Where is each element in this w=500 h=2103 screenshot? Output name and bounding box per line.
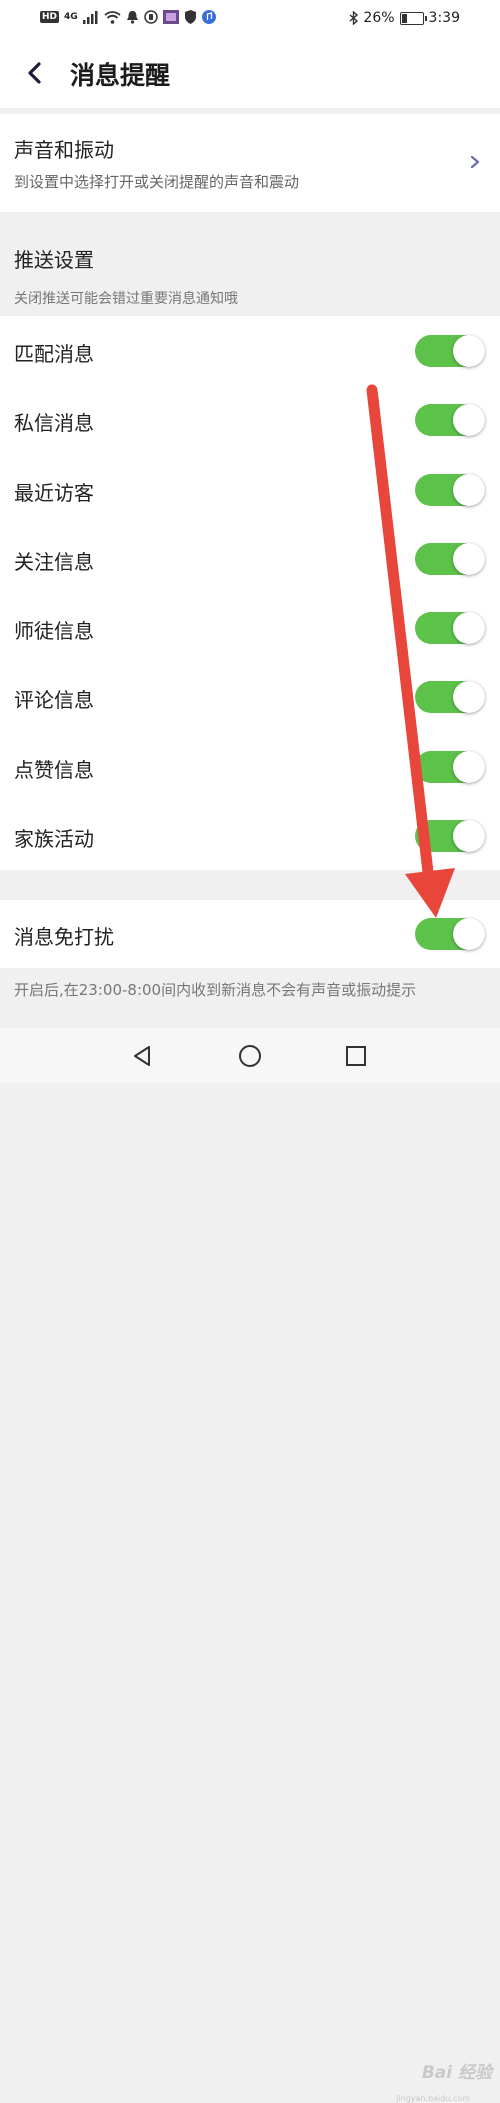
toggle-row-like: 点赞信息	[0, 732, 500, 801]
toggle-label: 关注信息	[14, 549, 94, 574]
app-thumbnail-icon	[162, 10, 179, 24]
sound-vibration-title: 声音和振动	[14, 138, 114, 162]
switch-knob	[453, 819, 485, 852]
do-not-disturb-note: 开启后,在23:00-8:00间内收到新消息不会有声音或振动提示	[14, 981, 417, 999]
switch-knob	[453, 681, 485, 714]
notification-toggle-list: 匹配消息 私信消息 最近访客 关注信息 师徒信息 评论信息 点赞信息 家族活动	[0, 316, 500, 870]
clock: 3:39	[428, 10, 460, 26]
like-info-switch[interactable]	[415, 750, 485, 783]
toggle-row-follow: 关注信息	[0, 524, 500, 593]
do-not-disturb-row: 消息免打扰	[0, 900, 500, 968]
do-not-disturb-label: 消息免打扰	[14, 925, 114, 949]
toggle-row-private: 私信消息	[0, 385, 500, 454]
switch-knob	[453, 918, 485, 950]
toggle-label: 师徒信息	[14, 619, 94, 643]
nav-recent-apps-icon[interactable]	[342, 1042, 370, 1070]
toggle-label: 点赞信息	[14, 757, 94, 782]
back-button[interactable]	[18, 56, 52, 90]
page-title: 消息提醒	[70, 61, 171, 90]
toggle-label: 评论信息	[14, 688, 94, 713]
toggle-label: 家族活动	[14, 826, 94, 851]
push-settings-subtitle: 关闭推送可能会错过重要消息通知哦	[14, 291, 238, 307]
toggle-row-mentor: 师徒信息	[0, 593, 500, 662]
private-message-switch[interactable]	[415, 404, 485, 437]
push-settings-title: 推送设置	[14, 248, 94, 272]
nav-back-icon[interactable]	[128, 1042, 156, 1070]
toggle-row-match: 匹配消息	[0, 316, 500, 385]
system-nav-bar: Bai 经验 jingyan.baidu.com	[0, 1028, 500, 2103]
toggle-label: 匹配消息	[14, 342, 94, 366]
switch-knob	[453, 612, 485, 644]
status-left: HD 4G	[40, 10, 216, 24]
toggle-row-family: 家族活动	[0, 801, 500, 870]
toggle-row-comment: 评论信息	[0, 662, 500, 731]
status-right: 26% 3:39	[349, 10, 460, 26]
toggle-label: 最近访客	[14, 480, 94, 505]
switch-knob	[453, 542, 485, 575]
music-icon	[201, 10, 216, 24]
wifi-icon	[104, 10, 121, 24]
sound-vibration-row[interactable]: 声音和振动 到设置中选择打开或关闭提醒的声音和震动	[0, 114, 500, 212]
toggle-row-visitors: 最近访客	[0, 455, 500, 524]
app-header: 消息提醒	[0, 38, 500, 108]
network-type: 4G	[64, 12, 78, 22]
watermark-url: jingyan.baidu.com	[396, 2094, 470, 2103]
switch-knob	[453, 750, 485, 783]
comment-info-switch[interactable]	[415, 681, 485, 714]
shield-icon	[184, 10, 196, 24]
switch-knob	[453, 404, 485, 437]
sound-vibration-subtitle: 到设置中选择打开或关闭提醒的声音和震动	[14, 173, 300, 191]
family-activity-switch[interactable]	[415, 819, 485, 852]
toggle-label: 私信消息	[14, 411, 94, 436]
hd-badge: HD	[40, 11, 60, 23]
bluetooth-icon	[349, 11, 359, 25]
notification-bell-icon	[126, 11, 138, 24]
battery-icon	[399, 11, 427, 25]
match-message-switch[interactable]	[415, 335, 485, 367]
signal-icon	[82, 10, 98, 24]
chevron-right-icon	[470, 155, 480, 169]
watermark-logo: Bai 经验	[421, 2063, 492, 2083]
do-not-disturb-switch[interactable]	[415, 918, 485, 950]
nav-home-icon[interactable]	[236, 1042, 264, 1070]
recent-visitors-switch[interactable]	[415, 473, 485, 506]
app-hand-icon	[143, 10, 158, 24]
mentor-info-switch[interactable]	[415, 612, 485, 644]
switch-knob	[453, 473, 485, 506]
battery-percent: 26%	[363, 10, 395, 26]
status-bar: HD 4G 26% 3:39	[0, 0, 500, 38]
push-settings-header: 推送设置 关闭推送可能会错过重要消息通知哦	[0, 212, 500, 316]
switch-knob	[453, 335, 485, 367]
follow-info-switch[interactable]	[415, 542, 485, 575]
